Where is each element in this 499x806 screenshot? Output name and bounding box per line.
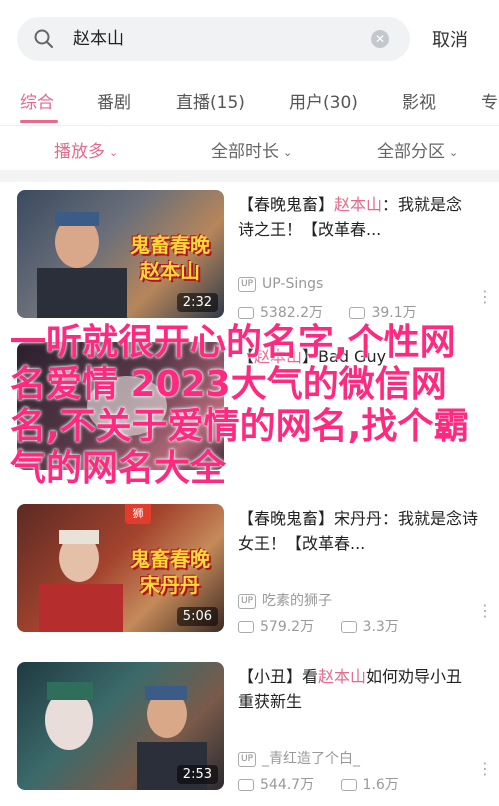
view-count: 5382.2万 <box>260 305 323 321</box>
video-card[interactable]: 狮 鬼畜春晚 宋丹丹 5:06 【春晚鬼畜】宋丹丹：我就是念诗女王！【改革春..… <box>0 496 499 648</box>
danmaku-icon <box>349 307 366 319</box>
danmaku-icon <box>340 779 357 791</box>
chevron-down-icon: ⌄ <box>109 145 119 159</box>
up-icon: UP <box>238 751 257 767</box>
tab-special[interactable]: 专 <box>481 88 498 113</box>
filter-duration-label: 全部时长 <box>211 142 279 162</box>
title-highlight: 赵本山 <box>318 667 367 686</box>
video-duration: 5:06 <box>176 607 218 626</box>
video-title[interactable]: 【春晚鬼畜】宋丹丹：我就是念诗女王！【改革春... <box>238 506 478 556</box>
stats-row: 544.7万 1.6万 <box>238 774 399 794</box>
video-title[interactable]: 【小丑】看赵本山如何劝导小丑重获新生 <box>238 664 478 714</box>
up-icon: UP <box>238 593 257 609</box>
tab-underline <box>20 120 58 123</box>
tab-all[interactable]: 综合 <box>20 88 54 113</box>
filter-category-label: 全部分区 <box>377 142 445 162</box>
uploader-name: 吃素的狮子 <box>262 593 333 609</box>
uploader-name: _青红造了个白_ <box>262 751 361 767</box>
stats-row: 5382.2万 39.1万 <box>238 302 417 322</box>
video-thumbnail[interactable]: 2:53 <box>17 662 224 790</box>
tab-bangumi[interactable]: 番剧 <box>97 88 131 113</box>
thumbnail-caption: 鬼畜春晚 宋丹丹 <box>130 547 210 597</box>
title-prefix: 【小丑】看 <box>238 667 319 686</box>
filter-duration[interactable]: 全部时长 ⌄ <box>211 137 292 162</box>
chevron-down-icon: ⌄ <box>449 145 459 159</box>
filter-category[interactable]: 全部分区 ⌄ <box>377 137 458 162</box>
video-card[interactable]: 鬼畜春晚 赵本山 2:32 【春晚鬼畜】赵本山：我就是念诗之王！【改革春... … <box>0 182 499 334</box>
search-box[interactable]: 赵本山 ✕ <box>17 17 410 61</box>
video-duration: 2:32 <box>176 293 218 312</box>
tab-live[interactable]: 直播(15) <box>176 88 245 113</box>
thumbnail-caption: 鬼畜春晚 赵本山 <box>130 233 210 283</box>
search-bar: 赵本山 ✕ 取消 <box>0 0 499 78</box>
more-options-icon[interactable]: ⋮ <box>477 603 493 628</box>
tab-users[interactable]: 用户(30) <box>289 88 358 113</box>
filter-bar: 播放多 ⌄ 全部时长 ⌄ 全部分区 ⌄ <box>0 126 499 170</box>
uploader-row[interactable]: UP _青红造了个白_ <box>238 748 360 768</box>
up-icon: UP <box>238 276 257 292</box>
overlay-headline: 一听就很开心的名字,个性网名爱情 2023大气的微信网名,不关于爱情的网名,找个… <box>10 322 470 489</box>
search-icon <box>34 29 53 48</box>
clear-icon[interactable]: ✕ <box>371 30 389 48</box>
uploader-row[interactable]: UP 吃素的狮子 <box>238 590 332 610</box>
channel-badge: 狮 <box>125 504 151 524</box>
more-options-icon[interactable]: ⋮ <box>477 289 493 314</box>
danmaku-icon <box>340 621 357 633</box>
tab-film[interactable]: 影视 <box>402 88 436 113</box>
uploader-name: UP-Sings <box>262 276 324 292</box>
filter-sort-label: 播放多 <box>54 142 105 162</box>
filter-sort[interactable]: 播放多 ⌄ <box>54 137 118 162</box>
chevron-down-icon: ⌄ <box>283 145 293 159</box>
uploader-row[interactable]: UP UP-Sings <box>238 276 323 292</box>
divider <box>0 170 499 182</box>
search-input[interactable]: 赵本山 <box>73 17 373 61</box>
title-highlight: 赵本山 <box>334 195 383 214</box>
cancel-button[interactable]: 取消 <box>432 26 468 52</box>
view-count: 579.2万 <box>260 619 315 635</box>
play-count-icon <box>238 779 254 791</box>
danmaku-count: 3.3万 <box>362 619 399 635</box>
video-duration: 2:53 <box>176 765 218 784</box>
video-title[interactable]: 【春晚鬼畜】赵本山：我就是念诗之王！【改革春... <box>238 192 478 242</box>
danmaku-count: 39.1万 <box>371 305 417 321</box>
more-options-icon[interactable]: ⋮ <box>477 761 493 786</box>
title-prefix: 【春晚鬼畜】 <box>238 195 335 214</box>
stats-row: 579.2万 3.3万 <box>238 616 399 636</box>
title-prefix: 【春晚鬼畜】宋丹丹：我就是念诗女王！【改革春... <box>238 509 479 553</box>
video-thumbnail[interactable]: 狮 鬼畜春晚 宋丹丹 5:06 <box>17 504 224 632</box>
video-thumbnail[interactable]: 鬼畜春晚 赵本山 2:32 <box>17 190 224 318</box>
result-tabs: 综合 番剧 直播(15) 用户(30) 影视 专 <box>0 78 499 126</box>
play-count-icon <box>238 307 254 319</box>
video-card[interactable]: 2:53 【小丑】看赵本山如何劝导小丑重获新生 UP _青红造了个白_ 544.7… <box>0 654 499 806</box>
play-count-icon <box>238 621 254 633</box>
